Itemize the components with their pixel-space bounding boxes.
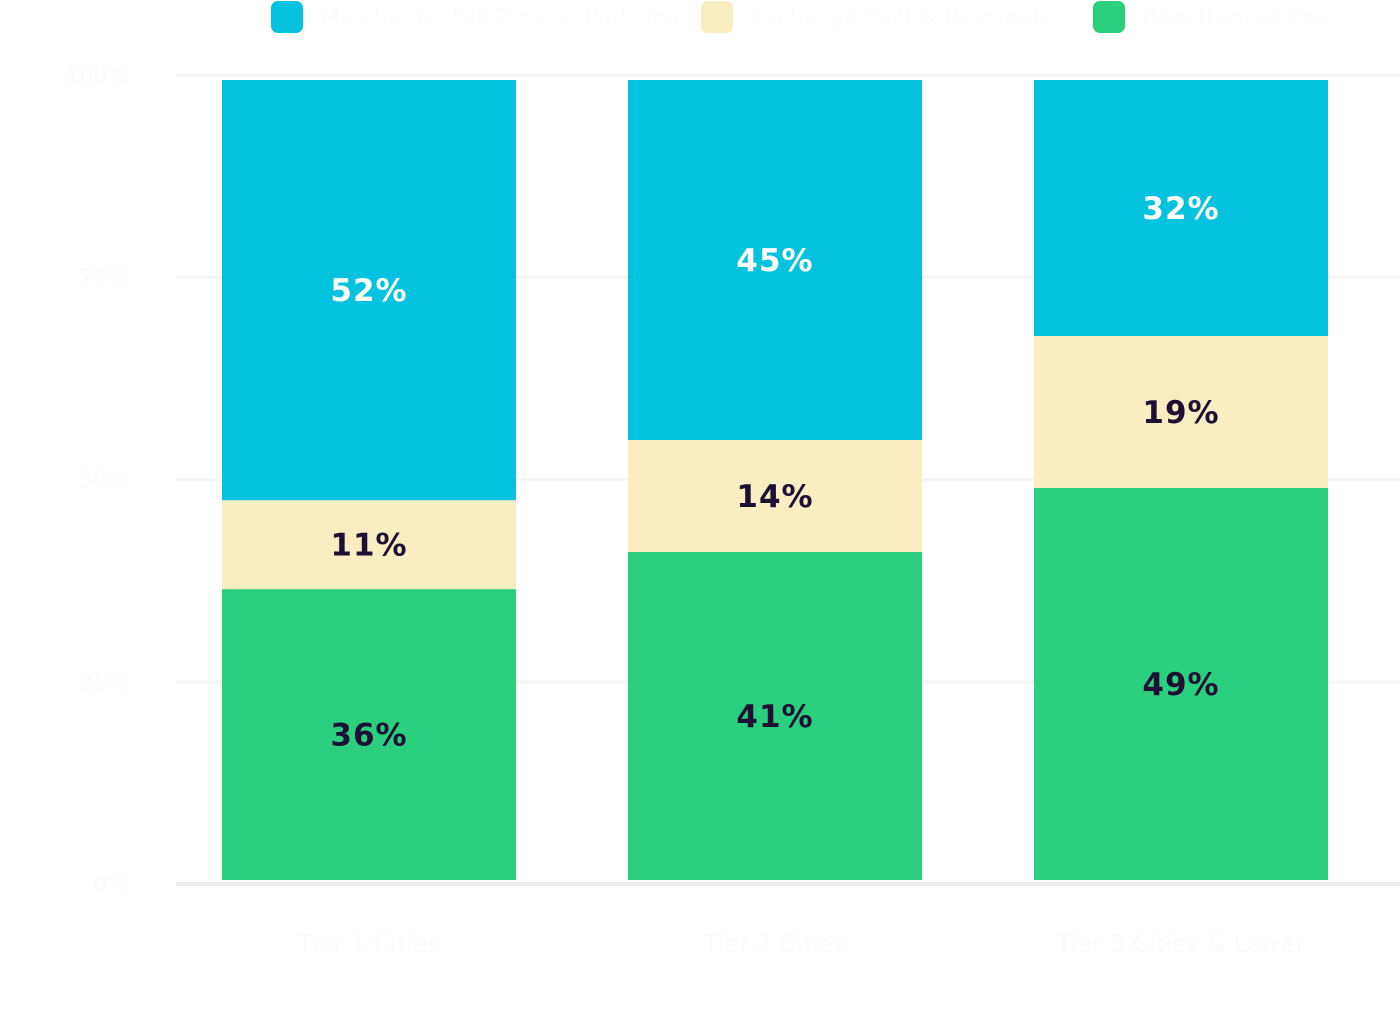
y-tick-label: 75% (79, 266, 128, 291)
data-label: 14% (736, 479, 813, 515)
data-label: 19% (1142, 395, 1219, 431)
data-label: 45% (736, 243, 813, 279)
data-label: 36% (330, 718, 407, 754)
data-label: 49% (1142, 667, 1219, 703)
stacked-bar-chart: 0% 25% 50% 75% 100% 36% 11% 52% 41% 14% 45% 49% 19%… (65, 64, 1400, 958)
data-label: 52% (330, 273, 407, 309)
data-label: 11% (330, 528, 407, 564)
y-tick-label: 0% (93, 873, 128, 898)
x-tick-label: Tier 2 Cities (703, 930, 847, 958)
x-tick-label: Tier 1 Cities (297, 930, 441, 958)
x-tick-label: Tier 3 Cities & Lower (1056, 930, 1306, 958)
x-axis-ticks: Tier 1 Cities Tier 2 Cities Tier 3 Cities … (297, 930, 1306, 958)
data-label: 41% (736, 699, 813, 735)
y-tick-label: 100% (65, 64, 128, 89)
y-tick-label: 50% (79, 469, 128, 494)
y-tick-label: 25% (79, 671, 128, 696)
data-label: 32% (1142, 191, 1219, 227)
y-axis-ticks: 0% 25% 50% 75% 100% (65, 64, 128, 898)
